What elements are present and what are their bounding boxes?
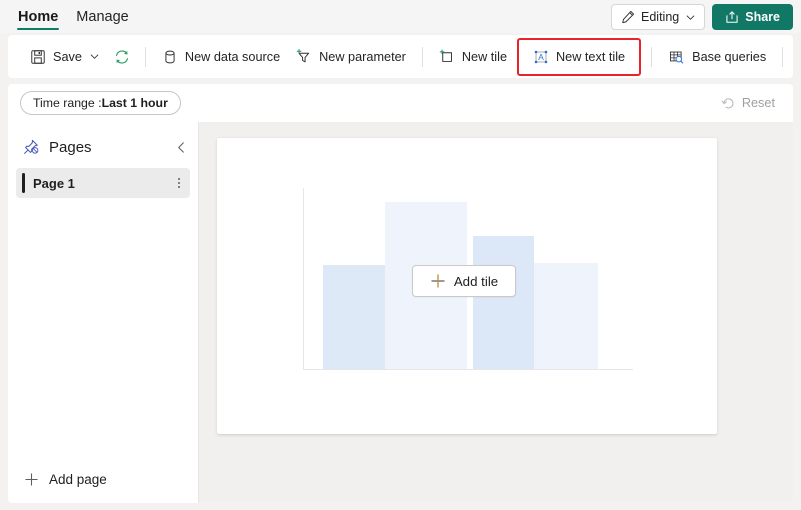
new-tile-label: New tile [461, 49, 507, 64]
save-icon [30, 49, 46, 65]
dashboard-canvas: Add tile [199, 122, 793, 503]
chevron-down-icon [686, 13, 695, 22]
add-tile-label: Add tile [453, 273, 499, 289]
pages-sidebar: Pages Page 1 Add page [8, 122, 199, 503]
svg-text:A: A [538, 52, 544, 62]
base-queries-icon [668, 49, 685, 65]
chart-y-axis [303, 188, 304, 370]
time-range-label: Time range : [33, 96, 102, 110]
share-button[interactable]: Share [712, 4, 793, 30]
menu-tabs: Home Manage [0, 0, 138, 33]
share-label: Share [745, 10, 780, 24]
new-tile-icon [439, 49, 455, 65]
command-toolbar: Save New data source New parameter New t… [8, 35, 793, 78]
selected-indicator [22, 173, 25, 193]
chart-bar-3 [473, 236, 534, 369]
chart-bar-4 [534, 263, 598, 369]
new-data-source-label: New data source [184, 49, 281, 64]
pages-title: Pages [49, 138, 92, 156]
refresh-icon [113, 48, 131, 66]
new-parameter-label: New parameter [319, 49, 406, 64]
reset-button[interactable]: Reset [721, 96, 781, 111]
add-page-button[interactable]: Add page [8, 463, 199, 495]
save-button[interactable]: Save [22, 42, 107, 72]
new-data-source-button[interactable]: New data source [154, 42, 288, 72]
toolbar-separator [651, 46, 653, 67]
filter-bar: Time range : Last 1 hour Reset [8, 84, 793, 122]
base-queries-button[interactable]: Base queries [660, 42, 774, 72]
sidebar-item-page-1[interactable]: Page 1 [16, 168, 190, 198]
toolbar-separator [421, 46, 423, 67]
body-container: Pages Page 1 Add page Add tile [8, 122, 793, 503]
pages-header: Pages [8, 128, 198, 166]
share-icon [725, 10, 739, 24]
page-more-options-icon[interactable] [178, 178, 180, 188]
reset-label: Reset [741, 96, 775, 110]
empty-tile-card: Add tile [217, 138, 717, 434]
new-text-tile-label: New text tile [556, 49, 626, 64]
pencil-icon [621, 10, 635, 24]
pin-icon[interactable] [22, 138, 40, 156]
database-icon [162, 49, 178, 65]
filter-plus-icon [296, 48, 312, 65]
toolbar-separator [782, 46, 784, 67]
add-page-label: Add page [49, 471, 107, 487]
collapse-sidebar-button[interactable] [175, 141, 188, 154]
save-label: Save [53, 49, 82, 64]
chart-x-axis [303, 369, 633, 370]
dashboard-app: Home Manage Editing Share Save New data … [0, 0, 801, 510]
new-parameter-button[interactable]: New parameter [288, 42, 414, 72]
add-tile-button[interactable]: Add tile [412, 265, 516, 297]
page-item-label: Page 1 [33, 175, 75, 191]
new-text-tile-button[interactable]: A New text tile [525, 42, 633, 72]
tab-home[interactable]: Home [9, 0, 67, 33]
tab-manage[interactable]: Manage [67, 0, 137, 33]
time-range-filter[interactable]: Time range : Last 1 hour [20, 91, 181, 115]
editing-mode-label: Editing [641, 10, 680, 24]
tab-manage-label: Manage [76, 8, 129, 25]
chart-bar-1 [323, 265, 385, 369]
menu-bar-actions: Editing Share [611, 4, 793, 30]
new-tile-button[interactable]: New tile [431, 42, 515, 72]
reset-icon [721, 96, 736, 111]
toolbar-separator [144, 46, 146, 67]
plus-icon [24, 472, 39, 487]
plus-icon [430, 273, 446, 289]
tab-home-label: Home [18, 8, 59, 25]
time-range-value: Last 1 hour [101, 96, 168, 110]
new-text-tile-highlight: A New text tile [517, 37, 642, 76]
editing-mode-button[interactable]: Editing [611, 4, 706, 30]
chevron-down-icon [90, 52, 99, 61]
menu-bar: Home Manage Editing Share [0, 0, 801, 33]
text-tile-icon: A [533, 49, 549, 65]
base-queries-label: Base queries [692, 49, 767, 64]
refresh-button[interactable] [107, 42, 137, 72]
